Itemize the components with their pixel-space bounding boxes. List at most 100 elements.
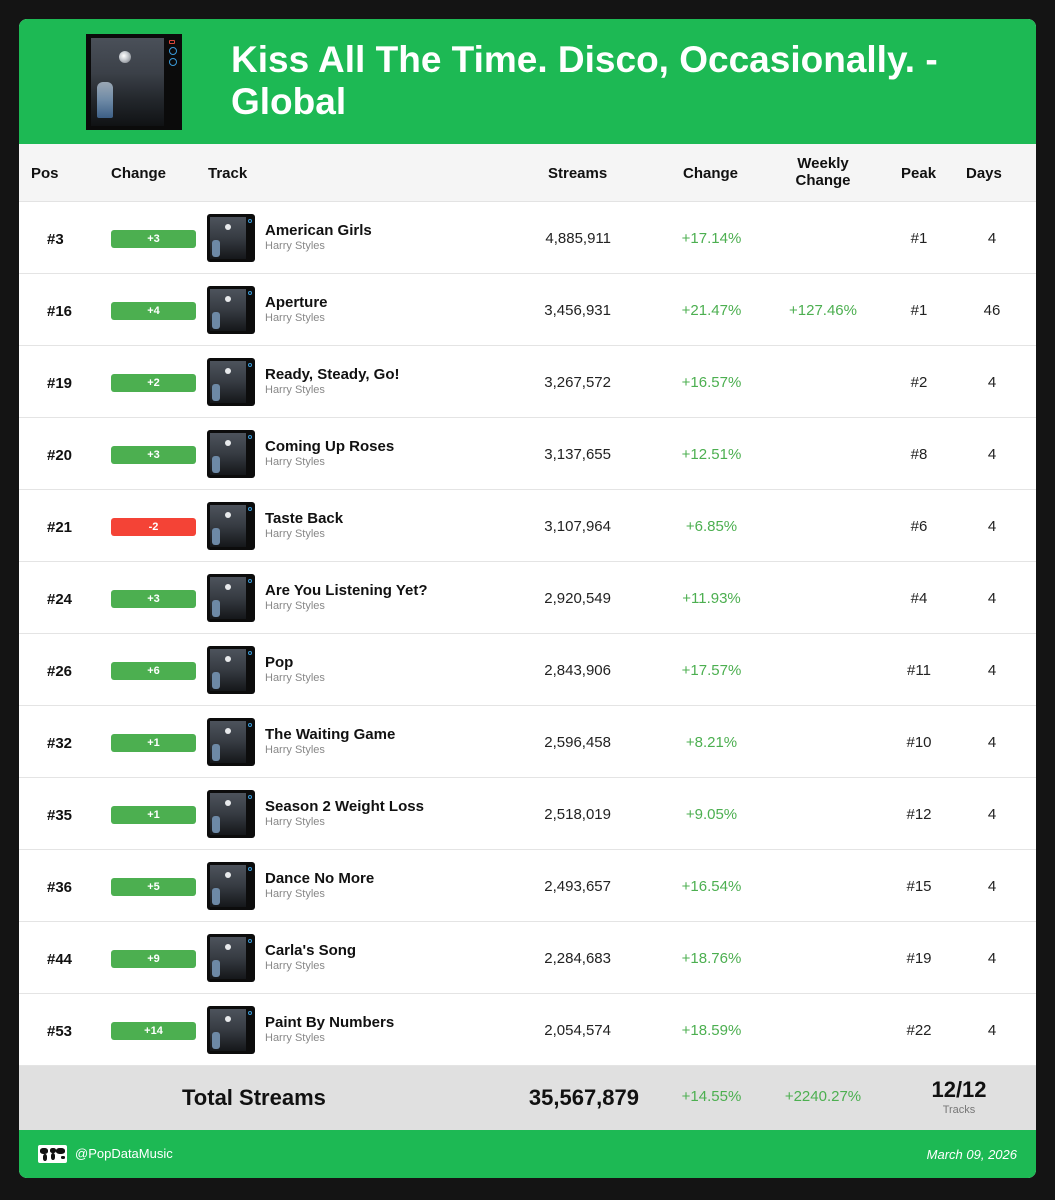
track-count-label: Tracks (942, 1104, 976, 1116)
col-change-pct: Change (683, 165, 739, 182)
table-row[interactable]: #20 +3 Coming Up Roses Harry Styles 3,137,65… (19, 418, 1036, 490)
track-name[interactable]: The Waiting Game (265, 726, 395, 743)
days-on-chart: 46 (983, 302, 1001, 319)
position: #53 (47, 1023, 73, 1040)
change-badge: +4 (111, 302, 196, 320)
table-row[interactable]: #26 +6 Pop Harry Styles 2,843,906 +17.57% #11 4 (19, 634, 1036, 706)
table-row[interactable]: #24 +3 Are You Listening Yet? Harry Styles 2… (19, 562, 1036, 634)
change-percent: +18.76% (681, 950, 742, 967)
change-badge: +3 (111, 446, 196, 464)
table-row[interactable]: #21 -2 Taste Back Harry Styles 3,107,964 +6.8… (19, 490, 1036, 562)
days-on-chart: 4 (987, 806, 997, 823)
peak-position: #1 (910, 230, 928, 247)
position: #26 (47, 663, 73, 680)
stream-count: 3,267,572 (544, 374, 611, 391)
days-on-chart: 4 (987, 590, 997, 607)
position: #3 (47, 231, 64, 248)
track-name[interactable]: Season 2 Weight Loss (265, 798, 424, 815)
album-thumbnail (207, 574, 255, 622)
peak-position: #1 (910, 302, 928, 319)
track-name[interactable]: Carla's Song (265, 942, 356, 959)
change-percent: +9.05% (685, 806, 738, 823)
album-thumbnail (207, 646, 255, 694)
album-thumbnail (207, 430, 255, 478)
table-row[interactable]: #32 +1 The Waiting Game Harry Styles 2,596,4… (19, 706, 1036, 778)
position: #44 (47, 951, 73, 968)
col-pos: Pos (31, 165, 59, 182)
track-name[interactable]: Paint By Numbers (265, 1014, 394, 1031)
stream-count: 2,284,683 (544, 950, 611, 967)
change-percent: +16.57% (681, 374, 742, 391)
change-percent: +12.51% (681, 446, 742, 463)
position: #36 (47, 879, 73, 896)
peak-position: #11 (907, 662, 931, 679)
artist-name: Harry Styles (265, 384, 325, 396)
table-row[interactable]: #53 +14 Paint By Numbers Harry Styles 2,054,… (19, 994, 1036, 1066)
track-name[interactable]: Aperture (265, 294, 328, 311)
days-on-chart: 4 (987, 230, 997, 247)
artist-name: Harry Styles (265, 456, 325, 468)
peak-position: #8 (910, 446, 928, 463)
change-badge: +1 (111, 734, 196, 752)
world-map-icon (38, 1145, 67, 1163)
album-thumbnail (207, 1006, 255, 1054)
change-badge: +5 (111, 878, 196, 896)
position: #35 (47, 807, 73, 824)
position: #20 (47, 447, 73, 464)
track-name[interactable]: American Girls (265, 222, 372, 239)
change-badge: +3 (111, 590, 196, 608)
change-badge: +2 (111, 374, 196, 392)
album-thumbnail (207, 718, 255, 766)
change-percent: +11.93% (682, 590, 741, 607)
change-badge: -2 (111, 518, 196, 536)
footer-handle[interactable]: @PopDataMusic (75, 1146, 173, 1161)
track-name[interactable]: Ready, Steady, Go! (265, 366, 399, 383)
total-label: Total Streams (182, 1085, 326, 1110)
track-name[interactable]: Coming Up Roses (265, 438, 394, 455)
change-percent: +16.54% (681, 878, 742, 895)
change-percent: +6.85% (685, 518, 738, 535)
stream-count: 4,885,911 (545, 230, 611, 247)
total-streams: 35,567,879 (528, 1085, 639, 1110)
change-percent: +18.59% (681, 1022, 742, 1039)
album-thumbnail (207, 286, 255, 334)
col-change: Change (111, 165, 167, 182)
days-on-chart: 4 (987, 446, 997, 463)
change-badge: +6 (111, 662, 196, 680)
artist-name: Harry Styles (265, 240, 325, 252)
days-on-chart: 4 (987, 950, 997, 967)
table-row[interactable]: #19 +2 Ready, Steady, Go! Harry Styles 3,267… (19, 346, 1036, 418)
change-percent: +8.21% (685, 734, 738, 751)
table-row[interactable]: #35 +1 Season 2 Weight Loss Harry Styles 2,5… (19, 778, 1036, 850)
track-name[interactable]: Are You Listening Yet? (265, 582, 428, 599)
peak-position: #4 (910, 590, 928, 607)
col-weekly-change: Weekly Change (795, 155, 851, 189)
table-row[interactable]: #16 +4 Aperture Harry Styles 3,456,931 +21.47… (19, 274, 1036, 346)
album-art (86, 34, 182, 130)
col-peak: Peak (901, 165, 937, 182)
header: Kiss All The Time. Disco, Occasionally. … (19, 19, 1036, 144)
total-row: Total Streams 35,567,879 +14.55% +2240.2… (19, 1066, 1036, 1130)
total-change: +14.55% (681, 1088, 742, 1105)
artist-name: Harry Styles (265, 960, 325, 972)
change-percent: +17.14% (681, 230, 742, 247)
table-row[interactable]: #36 +5 Dance No More Harry Styles 2,493,657 +… (19, 850, 1036, 922)
track-name[interactable]: Pop (265, 654, 293, 671)
album-thumbnail (207, 790, 255, 838)
total-weekly-change: +2240.27% (784, 1088, 862, 1105)
track-name[interactable]: Dance No More (265, 870, 374, 887)
artist-name: Harry Styles (265, 888, 325, 900)
track-name[interactable]: Taste Back (265, 510, 343, 527)
artist-name: Harry Styles (265, 1032, 325, 1044)
table-row[interactable]: #44 +9 Carla's Song Harry Styles 2,284,683 +1… (19, 922, 1036, 994)
page-title: Kiss All The Time. Disco, Occasionally. … (231, 39, 938, 122)
stream-count: 3,137,655 (544, 446, 611, 463)
position: #21 (47, 519, 73, 536)
stream-count: 3,107,964 (544, 518, 611, 535)
position: #19 (47, 375, 73, 392)
album-thumbnail (207, 934, 255, 982)
artist-name: Harry Styles (265, 600, 325, 612)
stream-count: 2,493,657 (544, 878, 611, 895)
footer: @PopDataMusic March 09, 2026 (19, 1130, 1036, 1178)
table-row[interactable]: #3 +3 American Girls Harry Styles 4,885,911 +… (19, 202, 1036, 274)
